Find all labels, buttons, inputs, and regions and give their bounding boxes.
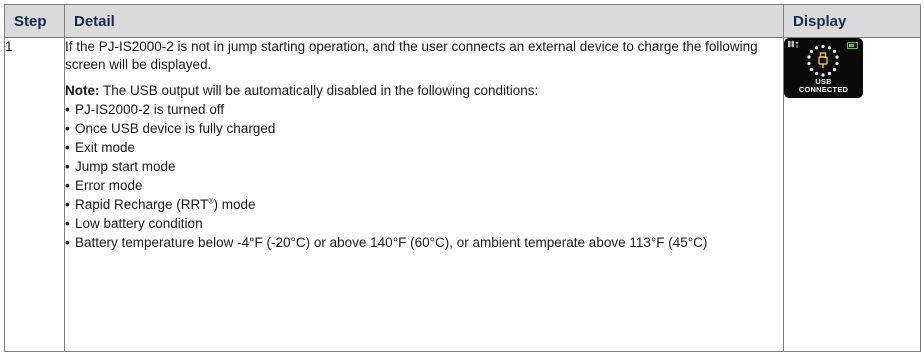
header-step: Step: [4, 4, 65, 38]
screen-caption: USB CONNECTED: [784, 78, 863, 94]
note-paragraph: Note: The USB output will be automatical…: [65, 82, 783, 100]
conditions-list: • PJ-IS2000-2 is turned off • Once USB dev…: [65, 101, 783, 252]
note-label: Note:: [65, 83, 100, 98]
list-item: • Rapid Recharge (RRT®) mode: [65, 197, 256, 212]
status-icon: [788, 41, 799, 48]
header-detail: Detail: [64, 4, 784, 38]
list-item: • Once USB device is fully charged: [65, 121, 276, 136]
list-item: • Error mode: [65, 178, 143, 193]
list-item: • Low battery condition: [65, 216, 203, 231]
step-number: 1: [4, 37, 65, 352]
table-row: 1 If the PJ-IS2000-2 is not in jump star…: [4, 37, 921, 352]
steps-table: Step Detail Display 1 If the PJ-IS2000-2…: [4, 4, 921, 352]
screen-caption-line2: CONNECTED: [798, 85, 849, 94]
list-item: • Battery temperature below -4°F (-20°C) …: [65, 235, 708, 250]
list-item: • Exit mode: [65, 140, 136, 155]
header-row: Step Detail Display: [4, 4, 921, 38]
note-text: The USB output will be automatically dis…: [99, 83, 539, 98]
display-cell: USB CONNECTED: [783, 37, 921, 352]
header-display: Display: [783, 4, 921, 38]
intro-text: If the PJ-IS2000-2 is not in jump starti…: [65, 39, 758, 72]
usb-plug-icon: [807, 44, 839, 77]
device-screen: USB CONNECTED: [784, 38, 863, 98]
detail-cell: If the PJ-IS2000-2 is not in jump starti…: [64, 37, 784, 352]
list-item: • Jump start mode: [65, 159, 176, 174]
battery-icon: [847, 42, 858, 49]
list-item: • PJ-IS2000-2 is turned off: [65, 102, 225, 117]
